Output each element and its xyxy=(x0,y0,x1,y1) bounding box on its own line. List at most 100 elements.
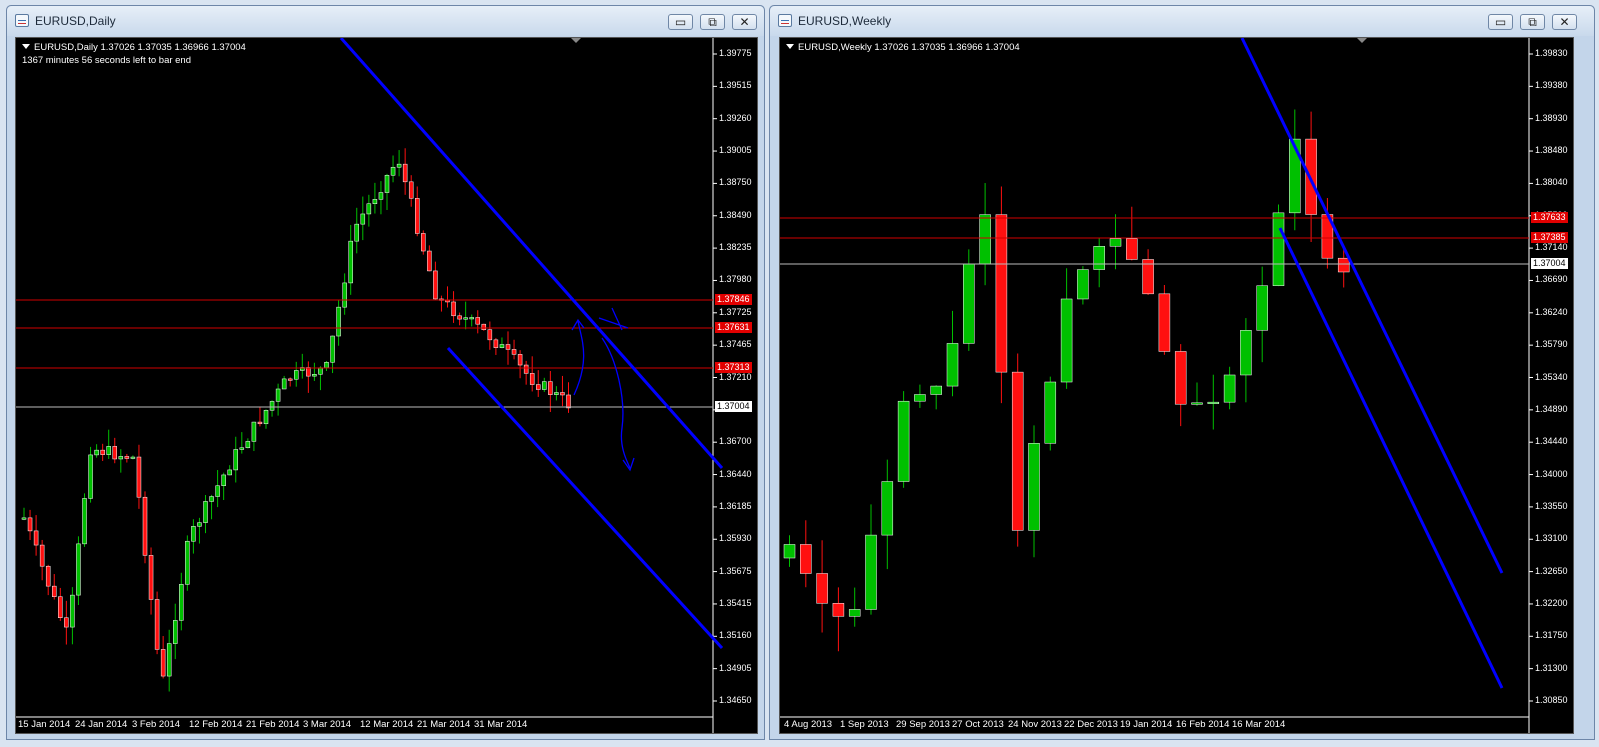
weekly-chart-canvas[interactable] xyxy=(780,38,1573,733)
price-axis-label: 1.35340 xyxy=(1535,371,1568,382)
bear-candle xyxy=(58,596,63,618)
bull-candle xyxy=(881,481,894,536)
weekly-chart-area[interactable]: EURUSD,Weekly 1.37026 1.37035 1.36966 1.… xyxy=(779,37,1574,734)
time-axis-label: 16 Mar 2014 xyxy=(1232,719,1286,730)
weekly-title-bar[interactable]: EURUSD,Weekly ▭ ⧉ ✕ xyxy=(770,6,1594,36)
bear-candle xyxy=(1174,351,1187,405)
price-axis-label: 1.32200 xyxy=(1535,597,1568,608)
bull-candle xyxy=(173,620,178,644)
price-axis-label: 1.34440 xyxy=(1535,436,1568,447)
price-axis-label: 1.38480 xyxy=(1535,145,1568,156)
price-axis-label: 1.37210 xyxy=(719,371,752,382)
trend-channel-line[interactable] xyxy=(446,346,724,650)
bull-candle xyxy=(312,374,317,377)
minimize-button[interactable]: ▭ xyxy=(668,14,693,30)
bull-candle xyxy=(21,517,27,520)
close-button[interactable]: ✕ xyxy=(732,14,757,30)
bull-candle xyxy=(1077,269,1089,300)
time-axis-label: 3 Feb 2014 xyxy=(132,719,181,730)
bull-candle xyxy=(179,584,184,621)
price-axis-label: 1.34000 xyxy=(1535,468,1568,479)
bull-candle xyxy=(294,370,299,380)
bear-candle xyxy=(142,496,148,556)
chart-window-icon xyxy=(15,14,29,27)
current-price-tag: 1.37004 xyxy=(715,401,752,412)
price-axis-label: 1.39515 xyxy=(719,80,752,91)
bear-candle xyxy=(511,349,517,355)
time-axis-label: 12 Mar 2014 xyxy=(360,719,414,730)
bull-candle xyxy=(783,544,796,559)
price-axis-label: 1.35675 xyxy=(719,565,752,576)
time-axis-label: 19 Jan 2014 xyxy=(1120,719,1173,730)
restore-button[interactable]: ⧉ xyxy=(700,14,725,30)
bull-candle xyxy=(209,496,214,502)
bear-candle xyxy=(52,585,57,597)
bull-candle xyxy=(390,166,396,176)
trend-channel-line[interactable] xyxy=(1278,227,1504,689)
bear-candle xyxy=(566,394,571,409)
time-axis-label: 24 Jan 2014 xyxy=(75,719,128,730)
weekly-chart-window[interactable]: EURUSD,Weekly ▭ ⧉ ✕ EURUSD,Weekly 1.3702… xyxy=(769,5,1595,740)
bear-candle xyxy=(800,544,812,574)
bull-candle xyxy=(360,213,366,225)
daily-chart-canvas[interactable] xyxy=(16,38,757,733)
bull-candle xyxy=(384,174,390,193)
minimize-button[interactable]: ▭ xyxy=(1488,14,1513,30)
bull-candle xyxy=(979,214,991,265)
daily-chart-window[interactable]: EURUSD,Daily ▭ ⧉ ✕ EURUSD,Daily 1.37026 … xyxy=(6,5,765,740)
price-axis-label: 1.35930 xyxy=(719,533,752,544)
bull-candle xyxy=(848,609,861,617)
bear-candle xyxy=(160,649,166,677)
price-axis-label: 1.39775 xyxy=(719,48,752,58)
daily-title-bar[interactable]: EURUSD,Daily ▭ ⧉ ✕ xyxy=(7,6,764,36)
bear-candle xyxy=(27,517,33,532)
price-axis-label: 1.36440 xyxy=(719,468,752,479)
bull-candle xyxy=(76,543,81,596)
bear-candle xyxy=(1126,238,1138,260)
daily-chart-area[interactable]: EURUSD,Daily 1.37026 1.37035 1.36966 1.3… xyxy=(15,37,758,734)
price-axis-label: 1.36240 xyxy=(1535,306,1568,317)
price-axis-label: 1.39380 xyxy=(1535,80,1568,91)
bull-candle xyxy=(130,456,136,459)
trend-channel-line[interactable] xyxy=(339,38,724,469)
trend-channel-line[interactable] xyxy=(1240,38,1504,574)
price-axis-label: 1.35160 xyxy=(719,630,752,641)
time-axis-label: 27 Oct 2013 xyxy=(952,719,1004,730)
price-axis-label: 1.39260 xyxy=(719,112,752,123)
close-button[interactable]: ✕ xyxy=(1552,14,1577,30)
hand-drawn-arrow xyxy=(601,337,635,472)
bear-candle xyxy=(475,317,480,325)
price-axis-label: 1.32650 xyxy=(1535,565,1568,576)
bull-candle xyxy=(963,263,975,344)
bear-candle xyxy=(124,456,130,459)
bear-candle xyxy=(457,315,462,320)
bull-candle xyxy=(378,192,384,200)
bull-candle xyxy=(499,344,505,348)
time-axis-label: 16 Feb 2014 xyxy=(1176,719,1230,730)
bull-candle xyxy=(191,526,196,542)
bull-candle xyxy=(930,385,942,395)
bull-candle xyxy=(336,306,341,337)
chart-shift-marker[interactable] xyxy=(571,38,581,43)
bull-candle xyxy=(197,522,202,527)
bull-candle xyxy=(897,400,910,482)
time-axis-label: 4 Aug 2013 xyxy=(784,719,833,730)
bull-candle xyxy=(324,361,329,368)
bear-candle xyxy=(536,384,541,390)
level-price-tag: 1.37313 xyxy=(715,362,752,373)
chart-shift-marker[interactable] xyxy=(1357,38,1367,43)
price-axis-label: 1.38040 xyxy=(1535,177,1568,188)
price-axis-label: 1.37140 xyxy=(1535,242,1568,253)
bull-candle xyxy=(118,456,124,460)
price-axis-label: 1.39005 xyxy=(719,145,752,156)
bear-candle xyxy=(136,456,142,498)
level-price-tag: 1.37633 xyxy=(1531,212,1568,223)
bull-candle xyxy=(1109,238,1122,247)
bull-candle xyxy=(185,540,190,585)
time-axis-label: 21 Feb 2014 xyxy=(246,719,300,730)
bear-candle xyxy=(421,233,426,252)
restore-button[interactable]: ⧉ xyxy=(1520,14,1545,30)
bull-candle xyxy=(1093,246,1105,270)
time-axis-label: 21 Mar 2014 xyxy=(417,719,471,730)
price-axis-label: 1.33550 xyxy=(1535,500,1568,511)
